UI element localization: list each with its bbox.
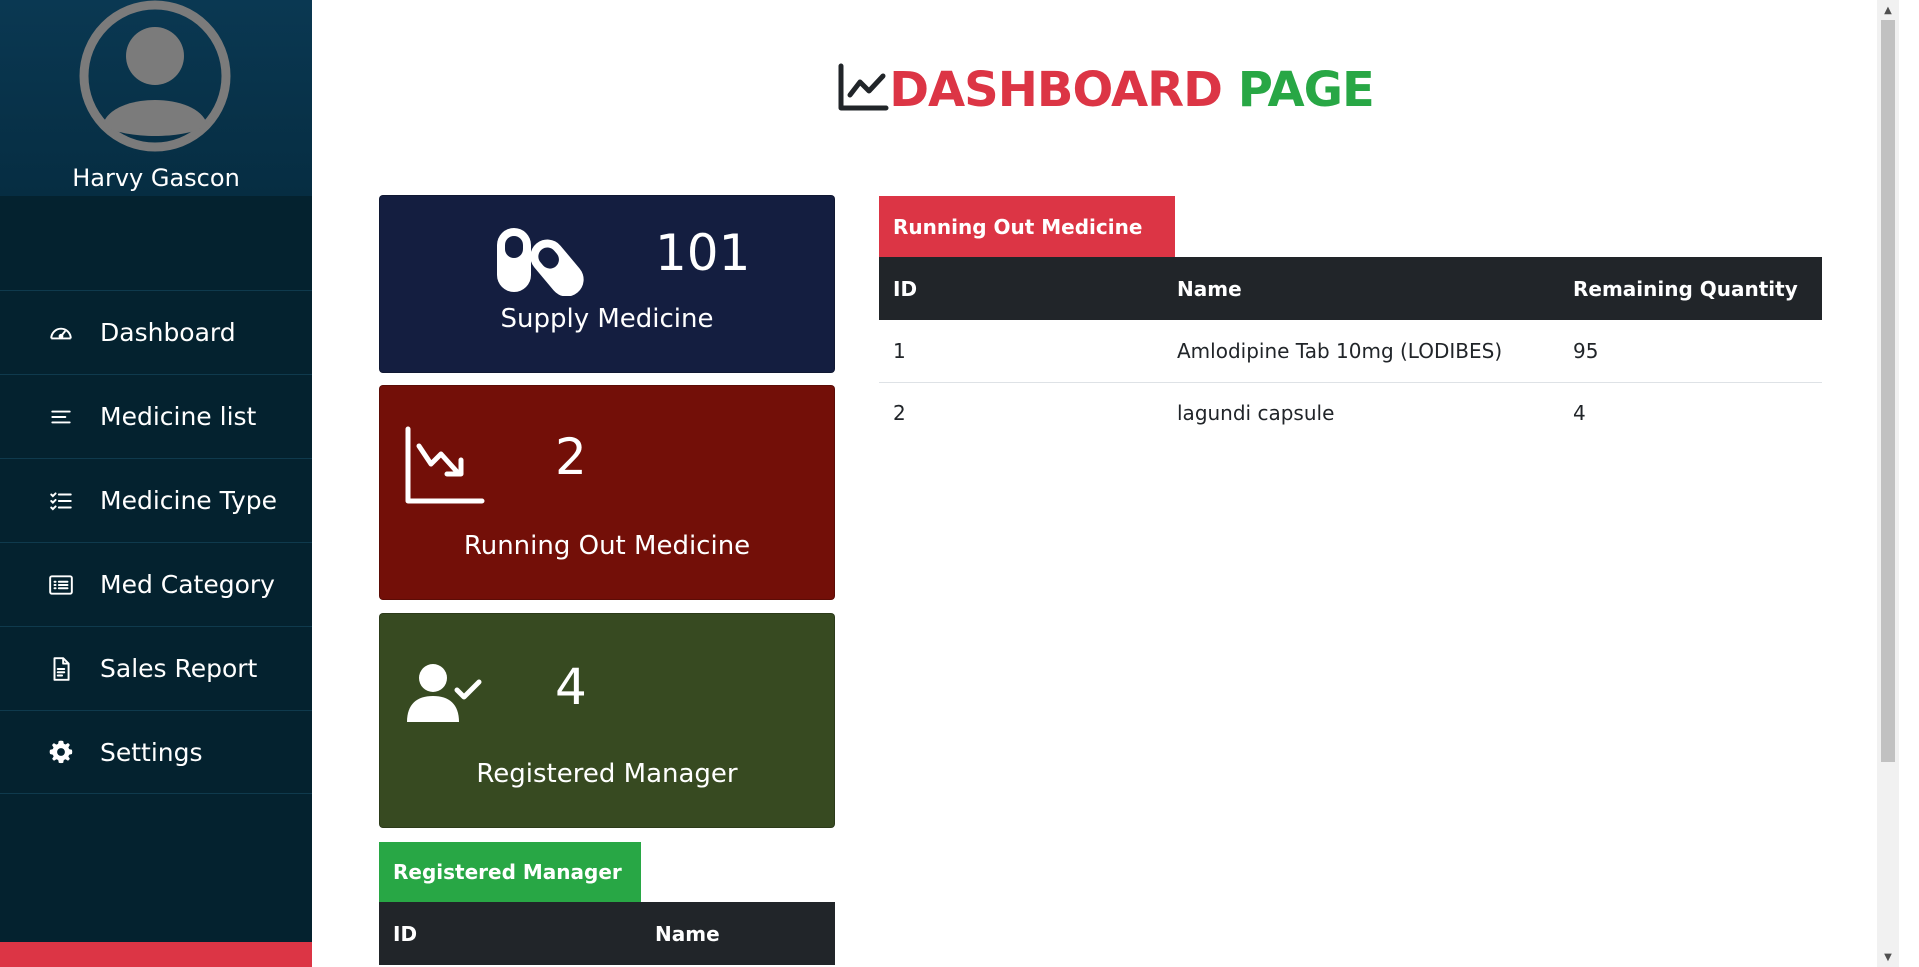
main-content: DASHBOARD PAGE 101 Supply Medicine 2 Run…: [312, 0, 1899, 967]
registered-manager-tab[interactable]: Registered Manager: [379, 842, 641, 902]
table-row[interactable]: 2 lagundi capsule 4: [879, 382, 1822, 444]
sidebar-item-label: Medicine list: [100, 402, 257, 431]
cell-id: 1: [879, 320, 1163, 383]
registered-manager-table: ID Name: [379, 902, 835, 965]
running-out-table: ID Name Remaining Quantity 1 Amlodipine …: [879, 257, 1822, 444]
running-out-medicine-card[interactable]: 2 Running Out Medicine: [379, 385, 835, 600]
user-circle-icon: [79, 0, 231, 152]
registered-manager-label: Registered Manager: [476, 759, 738, 789]
sidebar-item-medicine-list[interactable]: Medicine list: [0, 374, 312, 458]
sidebar-item-med-category[interactable]: Med Category: [0, 542, 312, 626]
table-header-row: ID Name: [379, 902, 835, 965]
supply-medicine-card[interactable]: 101 Supply Medicine: [379, 195, 835, 373]
sidebar: Harvy Gascon Dashboard Medicine list Med…: [0, 0, 312, 967]
speedometer-icon: [46, 318, 76, 348]
sidebar-item-label: Med Category: [100, 570, 275, 599]
profile-name: Harvy Gascon: [72, 164, 240, 192]
column-header-name: Name: [641, 902, 835, 965]
running-out-medicine-label: Running Out Medicine: [463, 531, 751, 561]
sidebar-footer-bar: [0, 942, 312, 967]
chart-down-icon: [405, 426, 485, 504]
page-title-part1: DASHBOARD: [889, 62, 1223, 118]
gear-icon: [46, 737, 76, 767]
page-title: DASHBOARD PAGE: [312, 60, 1899, 120]
column-header-name: Name: [1163, 257, 1559, 320]
page-title-part2: PAGE: [1237, 62, 1375, 118]
cell-name: lagundi capsule: [1177, 401, 1335, 426]
column-header-remaining-quantity: Remaining Quantity: [1559, 257, 1822, 320]
supply-medicine-value: 101: [655, 224, 751, 282]
sidebar-item-dashboard[interactable]: Dashboard: [0, 290, 312, 374]
scroll-up-icon[interactable]: ▲: [1877, 0, 1899, 20]
registered-manager-value: 4: [555, 658, 587, 716]
running-out-tab[interactable]: Running Out Medicine: [879, 196, 1175, 258]
checklist-icon: [46, 486, 76, 516]
scrollbar-thumb[interactable]: [1881, 20, 1895, 762]
align-left-icon: [46, 402, 76, 432]
supply-medicine-label: Supply Medicine: [500, 304, 714, 334]
sidebar-item-settings[interactable]: Settings: [0, 710, 312, 794]
cell-name: Amlodipine Tab 10mg (LODIBES): [1163, 320, 1559, 383]
sidebar-nav: Dashboard Medicine list Medicine Type Me…: [0, 290, 312, 794]
sidebar-item-medicine-type[interactable]: Medicine Type: [0, 458, 312, 542]
registered-manager-card[interactable]: 4 Registered Manager: [379, 613, 835, 828]
document-icon: [46, 654, 76, 684]
scroll-down-icon[interactable]: ▼: [1877, 947, 1899, 967]
sidebar-item-label: Settings: [100, 737, 203, 767]
profile-section: Harvy Gascon: [0, 0, 312, 196]
table-row[interactable]: 1 Amlodipine Tab 10mg (LODIBES) 95: [879, 320, 1822, 383]
column-header-id: ID: [379, 902, 641, 965]
table-header-row: ID Name Remaining Quantity: [879, 257, 1822, 320]
running-out-medicine-value: 2: [555, 428, 587, 486]
cell-remaining-quantity: 95: [1559, 320, 1822, 383]
cell-id: 2: [893, 401, 906, 426]
cell-remaining-quantity: 4: [1573, 401, 1586, 426]
sidebar-item-label: Dashboard: [100, 318, 236, 347]
user-check-icon: [407, 664, 482, 722]
list-box-icon: [46, 570, 76, 600]
line-chart-icon: [838, 63, 889, 111]
sidebar-item-label: Sales Report: [100, 654, 258, 683]
page-scrollbar[interactable]: ▲ ▼: [1877, 0, 1899, 967]
capsules-icon: [497, 228, 584, 296]
sidebar-item-sales-report[interactable]: Sales Report: [0, 626, 312, 710]
sidebar-item-label: Medicine Type: [100, 486, 278, 515]
column-header-id: ID: [879, 257, 1163, 320]
